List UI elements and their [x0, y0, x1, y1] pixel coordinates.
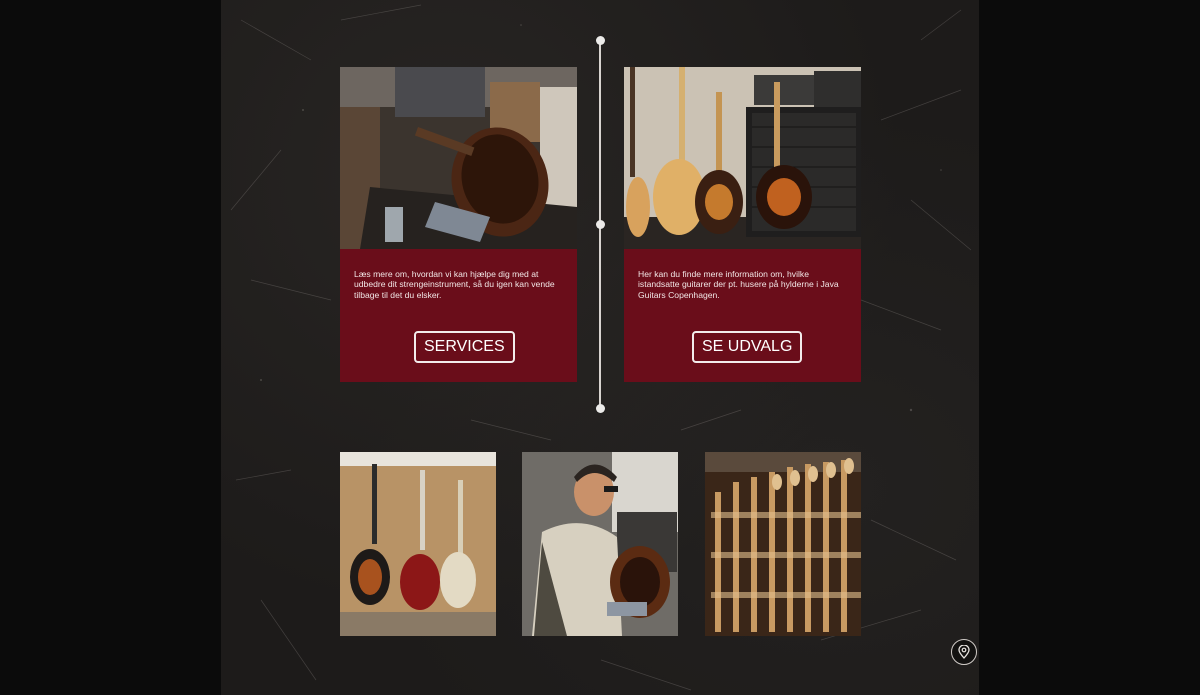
location-pin-icon [958, 645, 970, 659]
location-button[interactable] [951, 639, 977, 665]
timeline-dot-middle [596, 220, 605, 229]
luthier-repairing-guitar-image [522, 452, 678, 636]
timeline-dot-top [596, 36, 605, 45]
left-margin [0, 0, 221, 695]
guitar-workshop-bench-image [340, 67, 577, 249]
services-button[interactable]: SERVICES [414, 331, 515, 363]
content-area: Læs mere om, hvordan vi kan hjælpe dig m… [221, 0, 979, 695]
timeline-dot-bottom [596, 404, 605, 413]
guitars-on-wall-image [340, 452, 496, 636]
services-card: Læs mere om, hvordan vi kan hjælpe dig m… [340, 67, 577, 382]
right-margin [979, 0, 1200, 695]
gallery-tile-luthier [522, 452, 678, 636]
gallery-tile-tools [705, 452, 861, 636]
se-udvalg-button[interactable]: SE UDVALG [692, 331, 803, 363]
guitars-and-amplifiers-image [624, 67, 861, 249]
selection-card-text: Her kan du finde mere information om, hv… [638, 269, 839, 300]
selection-card: Her kan du finde mere information om, hv… [624, 67, 861, 382]
gallery-tile-guitars-on-wall [340, 452, 496, 636]
services-card-text: Læs mere om, hvordan vi kan hjælpe dig m… [354, 269, 555, 300]
tool-wall-image [705, 452, 861, 636]
